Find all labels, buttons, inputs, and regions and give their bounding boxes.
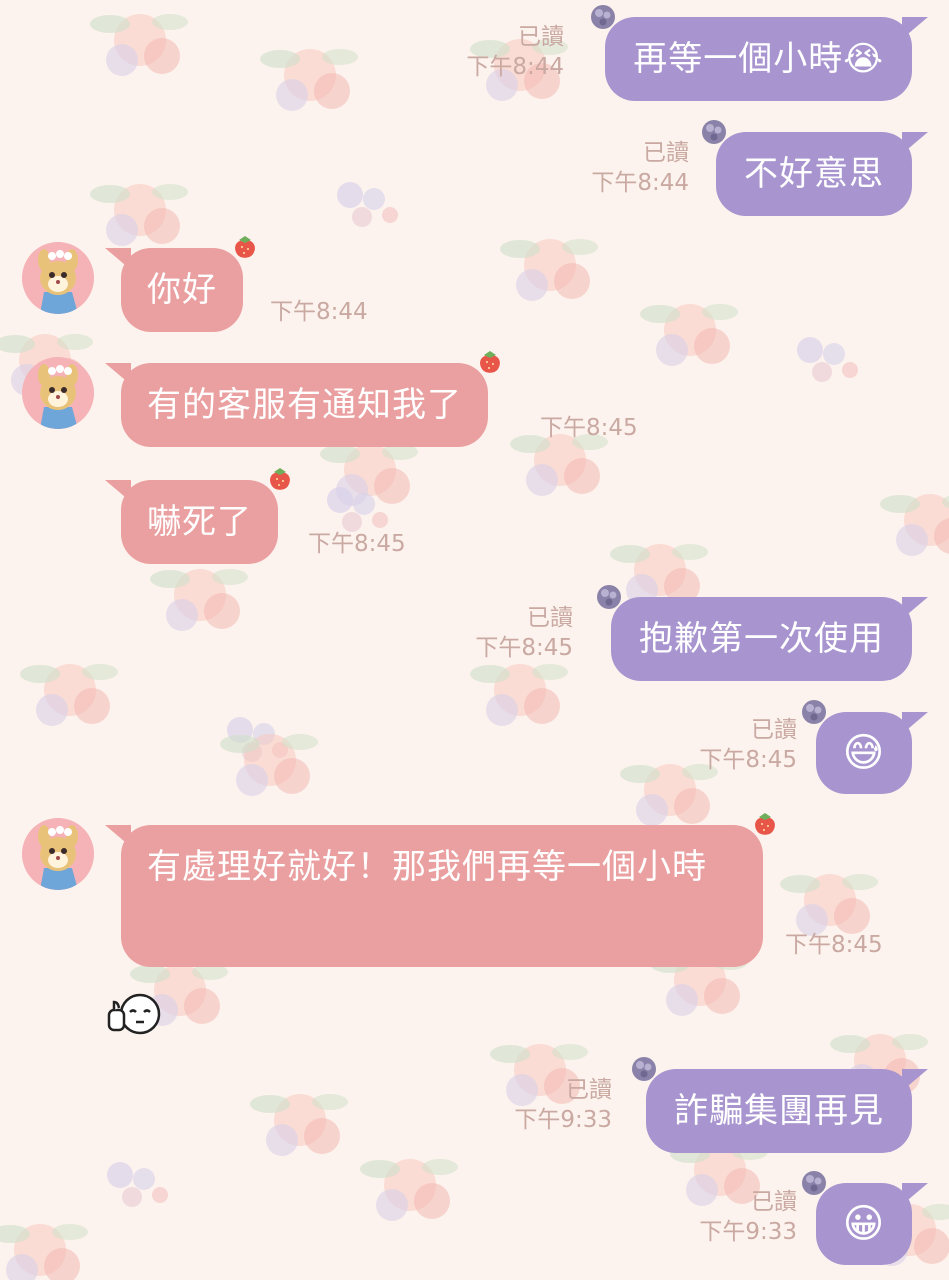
received-message-bubble[interactable]: 有的客服有通知我了 bbox=[105, 351, 500, 447]
contact-avatar[interactable] bbox=[22, 818, 94, 890]
read-receipt: 已讀 bbox=[527, 605, 573, 631]
strawberry-icon bbox=[235, 236, 255, 258]
sent-message-bubble[interactable]: 抱歉第一次使用 bbox=[597, 585, 928, 681]
blueberry-icon bbox=[597, 585, 621, 609]
read-receipt: 已讀 bbox=[751, 717, 797, 743]
message-meta: 已讀 下午8:45 bbox=[475, 603, 573, 663]
timestamp: 下午8:45 bbox=[699, 747, 797, 773]
sent-message-bubble[interactable]: 不好意思 bbox=[702, 120, 928, 216]
message-text: 不好意思 bbox=[744, 154, 884, 194]
message-meta: 已讀 下午9:33 bbox=[699, 1187, 797, 1247]
timestamp: 下午9:33 bbox=[514, 1107, 612, 1133]
message-meta: 已讀 下午9:33 bbox=[514, 1075, 612, 1135]
blueberry-icon bbox=[802, 1171, 826, 1195]
strawberry-icon bbox=[270, 468, 290, 490]
read-receipt: 已讀 bbox=[751, 1189, 797, 1215]
grinning-sweat-emoji: 😅 bbox=[842, 730, 886, 776]
message-text: 你好 bbox=[147, 270, 217, 310]
message-meta: 已讀 下午8:44 bbox=[591, 138, 689, 198]
message-text: 有處理好就好！那我們再等一個小時 bbox=[147, 847, 707, 887]
timestamp: 下午8:45 bbox=[785, 932, 883, 958]
blueberry-icon bbox=[802, 700, 826, 724]
timestamp: 下午8:44 bbox=[591, 170, 689, 196]
timestamp: 下午8:45 bbox=[540, 415, 638, 441]
contact-avatar[interactable] bbox=[22, 357, 94, 429]
blueberry-icon bbox=[632, 1057, 656, 1081]
received-message-bubble[interactable]: 你好 bbox=[105, 236, 255, 332]
chat-log[interactable]: 已讀 下午8:44 再等一個小時😭 已讀 下午8:44 不好意思 你好 下午8:… bbox=[0, 0, 949, 1280]
thumbs-up-face-sticker[interactable] bbox=[106, 992, 162, 1038]
sent-message-bubble[interactable]: 再等一個小時😭 bbox=[591, 5, 928, 101]
sent-emoji-bubble[interactable]: 😀 bbox=[802, 1171, 928, 1265]
timestamp: 下午8:44 bbox=[466, 54, 564, 80]
message-text: 再等一個小時😭 bbox=[633, 39, 884, 79]
received-message-bubble[interactable]: 嚇死了 bbox=[105, 468, 290, 564]
grinning-face-emoji: 😀 bbox=[842, 1201, 886, 1247]
strawberry-icon bbox=[755, 813, 775, 835]
sent-message-bubble[interactable]: 詐騙集團再見 bbox=[632, 1057, 928, 1153]
message-text: 有的客服有通知我了 bbox=[147, 385, 462, 425]
read-receipt: 已讀 bbox=[566, 1077, 612, 1103]
timestamp: 下午8:45 bbox=[475, 635, 573, 661]
blueberry-icon bbox=[591, 5, 616, 29]
read-receipt: 已讀 bbox=[518, 24, 564, 50]
message-meta: 已讀 下午8:45 bbox=[699, 715, 797, 775]
received-message-bubble[interactable]: 有處理好就好！那我們再等一個小時 bbox=[105, 813, 775, 967]
message-meta: 已讀 下午8:44 bbox=[466, 22, 564, 82]
blueberry-icon bbox=[702, 120, 726, 144]
message-text: 抱歉第一次使用 bbox=[639, 619, 884, 659]
timestamp: 下午8:44 bbox=[270, 299, 368, 325]
timestamp: 下午8:45 bbox=[308, 531, 406, 557]
read-receipt: 已讀 bbox=[643, 140, 689, 166]
message-text: 嚇死了 bbox=[147, 502, 252, 542]
message-text: 詐騙集團再見 bbox=[674, 1091, 884, 1131]
contact-avatar[interactable] bbox=[22, 242, 94, 314]
strawberry-icon bbox=[480, 351, 500, 373]
timestamp: 下午9:33 bbox=[699, 1219, 797, 1245]
sent-emoji-bubble[interactable]: 😅 bbox=[802, 700, 928, 794]
